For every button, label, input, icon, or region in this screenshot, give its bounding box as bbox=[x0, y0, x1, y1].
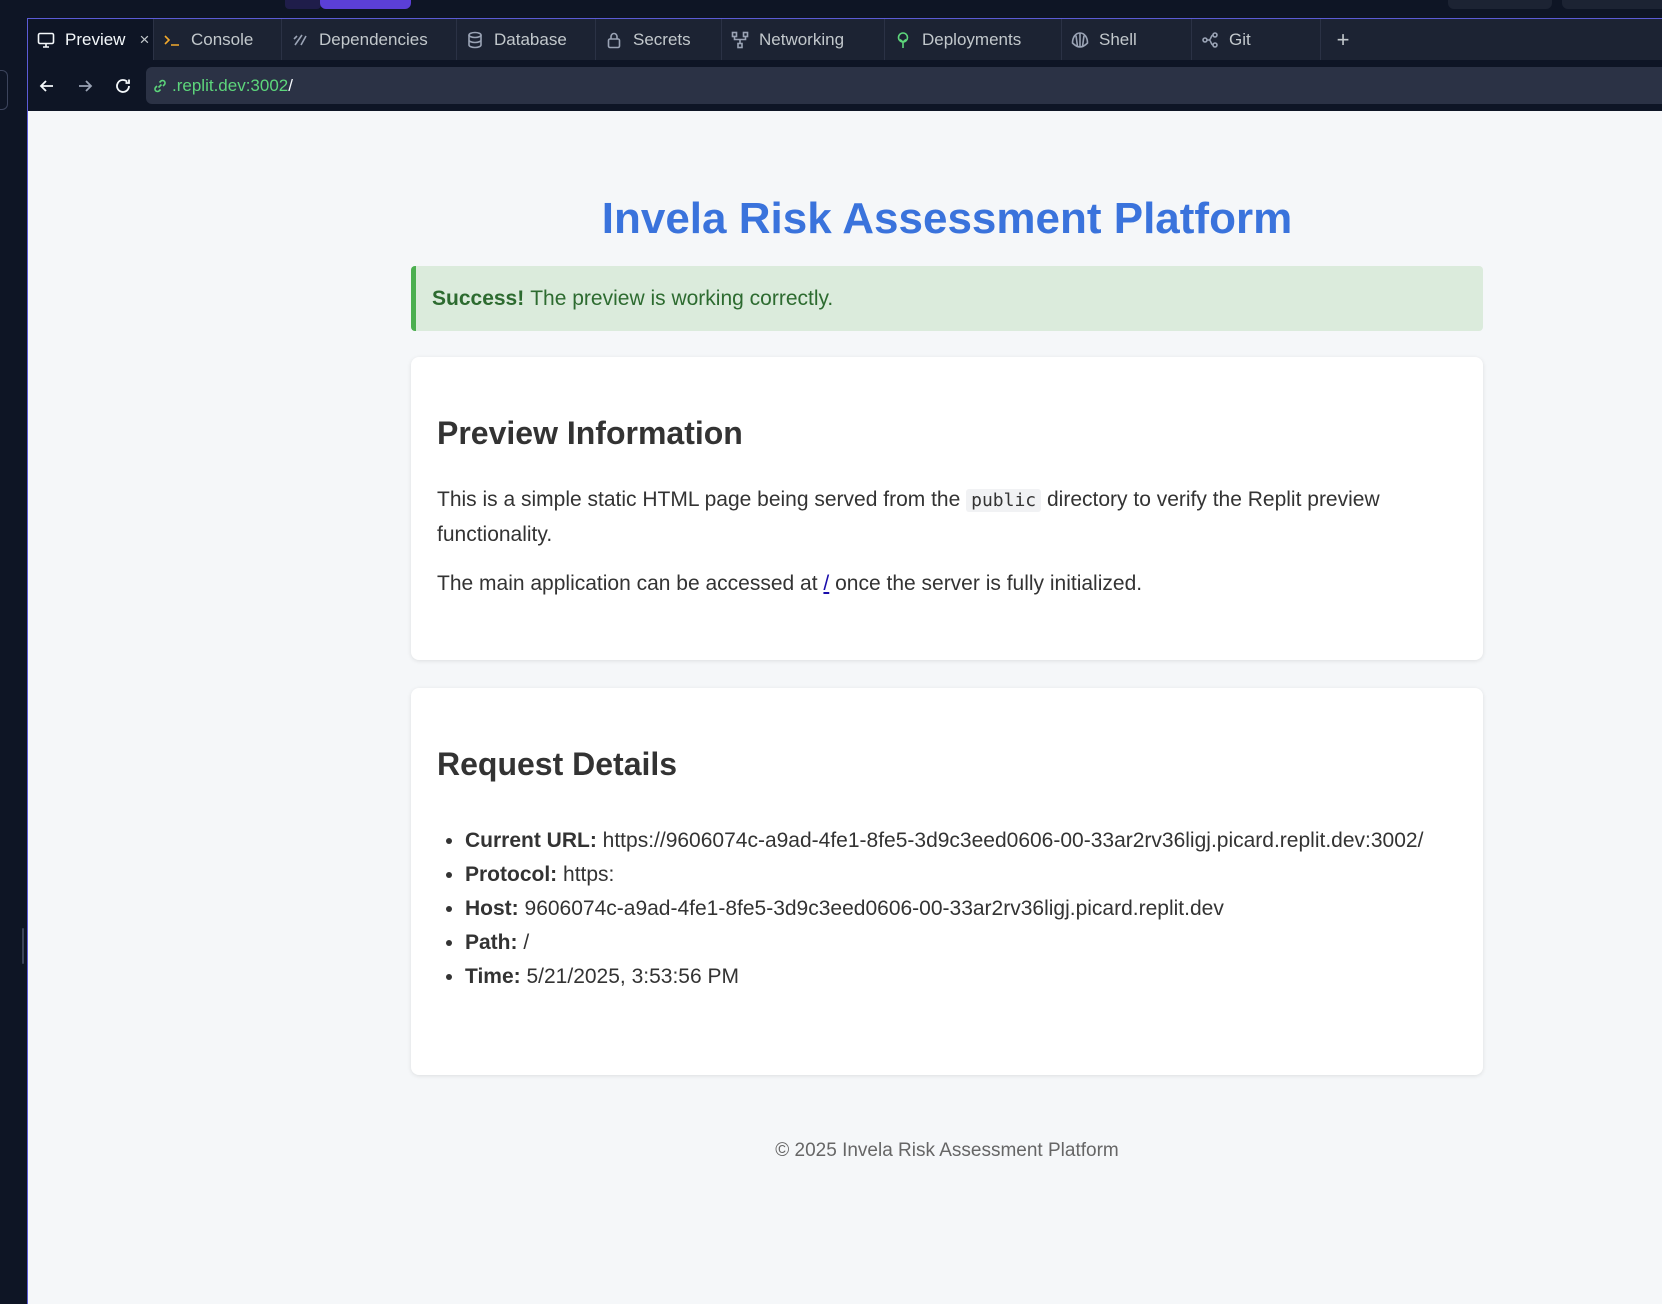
tab-label: Dependencies bbox=[319, 29, 428, 49]
tab-preview[interactable]: Preview × bbox=[28, 19, 154, 60]
success-alert: Success! The preview is working correctl… bbox=[411, 266, 1483, 331]
close-icon[interactable]: × bbox=[139, 30, 149, 50]
terminal-prompt-icon bbox=[162, 30, 182, 50]
network-icon bbox=[730, 30, 750, 50]
alert-strong: Success! bbox=[432, 286, 525, 310]
arrow-left-icon bbox=[39, 79, 53, 92]
card-heading: Request Details bbox=[437, 746, 678, 782]
top-active-indicator[interactable] bbox=[320, 0, 411, 9]
dependencies-icon bbox=[290, 30, 310, 50]
reload-button[interactable] bbox=[104, 67, 142, 105]
tab-shell[interactable]: Shell bbox=[1062, 19, 1192, 60]
database-icon bbox=[465, 30, 485, 50]
item-value: / bbox=[523, 931, 530, 954]
tab-dependencies[interactable]: Dependencies bbox=[282, 19, 457, 60]
page-title: Invela Risk Assessment Platform bbox=[601, 194, 1293, 243]
paragraph-text: once the server is fully initialized. bbox=[835, 572, 1143, 595]
refresh-icon bbox=[116, 78, 130, 93]
tab-git[interactable]: Git bbox=[1192, 19, 1321, 60]
left-sidebar-edge bbox=[0, 18, 27, 1304]
list-item: Current URL: https://9606074c-a9ad-4fe1-… bbox=[465, 824, 1445, 858]
page-footer: © 2025 Invela Risk Assessment Platform bbox=[775, 1140, 1119, 1161]
top-right-control[interactable] bbox=[1562, 0, 1662, 9]
top-right-control[interactable] bbox=[1448, 0, 1552, 9]
preview-panel: Preview × Console Dependencies Database bbox=[27, 18, 1662, 1304]
item-value: 9606074c-a9ad-4fe1-8fe5-3d9c3eed0606-00-… bbox=[524, 897, 1224, 920]
item-value: 5/21/2025, 3:53:56 PM bbox=[526, 965, 739, 988]
list-item: Path: / bbox=[465, 926, 1445, 960]
tab-label: Preview bbox=[65, 29, 126, 49]
item-label: Time: bbox=[465, 965, 521, 988]
tab-label: Console bbox=[191, 29, 254, 49]
lock-icon bbox=[604, 30, 624, 50]
request-details-list: Current URL: https://9606074c-a9ad-4fe1-… bbox=[465, 824, 1445, 994]
shell-icon bbox=[1070, 30, 1090, 50]
url-bar: .replit.dev:3002/ bbox=[28, 60, 1662, 111]
item-label: Protocol: bbox=[465, 863, 558, 886]
app-link[interactable]: / bbox=[823, 572, 829, 595]
tab-bar: Preview × Console Dependencies Database bbox=[28, 19, 1662, 60]
url-input[interactable]: .replit.dev:3002/ bbox=[146, 67, 1662, 104]
git-branch-icon bbox=[1200, 30, 1220, 50]
sidebar-toggle[interactable] bbox=[0, 70, 8, 110]
item-label: Path: bbox=[465, 931, 518, 954]
tab-label: Secrets bbox=[633, 29, 691, 49]
request-details-card: Request Details Current URL: https://960… bbox=[411, 688, 1483, 1075]
tab-label: Database bbox=[494, 29, 567, 49]
tab-networking[interactable]: Networking bbox=[722, 19, 885, 60]
tab-label: Networking bbox=[759, 29, 845, 49]
url-path: / bbox=[288, 75, 293, 95]
card-heading: Preview Information bbox=[437, 415, 743, 451]
card-paragraph: The main application can be accessed at … bbox=[437, 567, 1447, 601]
arrow-right-icon bbox=[79, 79, 93, 92]
tab-secrets[interactable]: Secrets bbox=[596, 19, 722, 60]
forward-button[interactable] bbox=[66, 67, 104, 105]
alert-text: The preview is working correctly. bbox=[530, 286, 834, 310]
tab-deployments[interactable]: Deployments bbox=[885, 19, 1062, 60]
top-indicator bbox=[285, 0, 321, 9]
top-strip bbox=[0, 0, 1662, 18]
url-host: .replit.dev:3002 bbox=[172, 75, 289, 95]
tab-label: Deployments bbox=[922, 29, 1022, 49]
paragraph-text: This is a simple static HTML page being … bbox=[437, 488, 961, 511]
list-item: Host: 9606074c-a9ad-4fe1-8fe5-3d9c3eed06… bbox=[465, 892, 1445, 926]
back-button[interactable] bbox=[28, 67, 66, 105]
monitor-icon bbox=[36, 30, 56, 50]
item-value: https: bbox=[563, 863, 615, 886]
item-label: Current URL: bbox=[465, 829, 597, 852]
card-paragraph: This is a simple static HTML page being … bbox=[437, 483, 1447, 552]
preview-page: Invela Risk Assessment Platform Success!… bbox=[28, 111, 1662, 1304]
tab-label: Git bbox=[1229, 29, 1251, 49]
add-tab-button[interactable]: + bbox=[1321, 19, 1365, 60]
deploy-icon bbox=[893, 30, 913, 50]
preview-info-card: Preview Information This is a simple sta… bbox=[411, 357, 1483, 660]
list-item: Protocol: https: bbox=[465, 858, 1445, 892]
link-icon bbox=[152, 78, 168, 94]
inline-code: public bbox=[966, 489, 1042, 512]
item-value: https://9606074c-a9ad-4fe1-8fe5-3d9c3eed… bbox=[602, 829, 1424, 852]
tab-console[interactable]: Console bbox=[154, 19, 282, 60]
resize-handle[interactable] bbox=[22, 928, 24, 964]
tab-database[interactable]: Database bbox=[457, 19, 596, 60]
item-label: Host: bbox=[465, 897, 519, 920]
tab-label: Shell bbox=[1099, 29, 1137, 49]
paragraph-text: The main application can be accessed at bbox=[437, 572, 818, 595]
list-item: Time: 5/21/2025, 3:53:56 PM bbox=[465, 960, 1445, 994]
